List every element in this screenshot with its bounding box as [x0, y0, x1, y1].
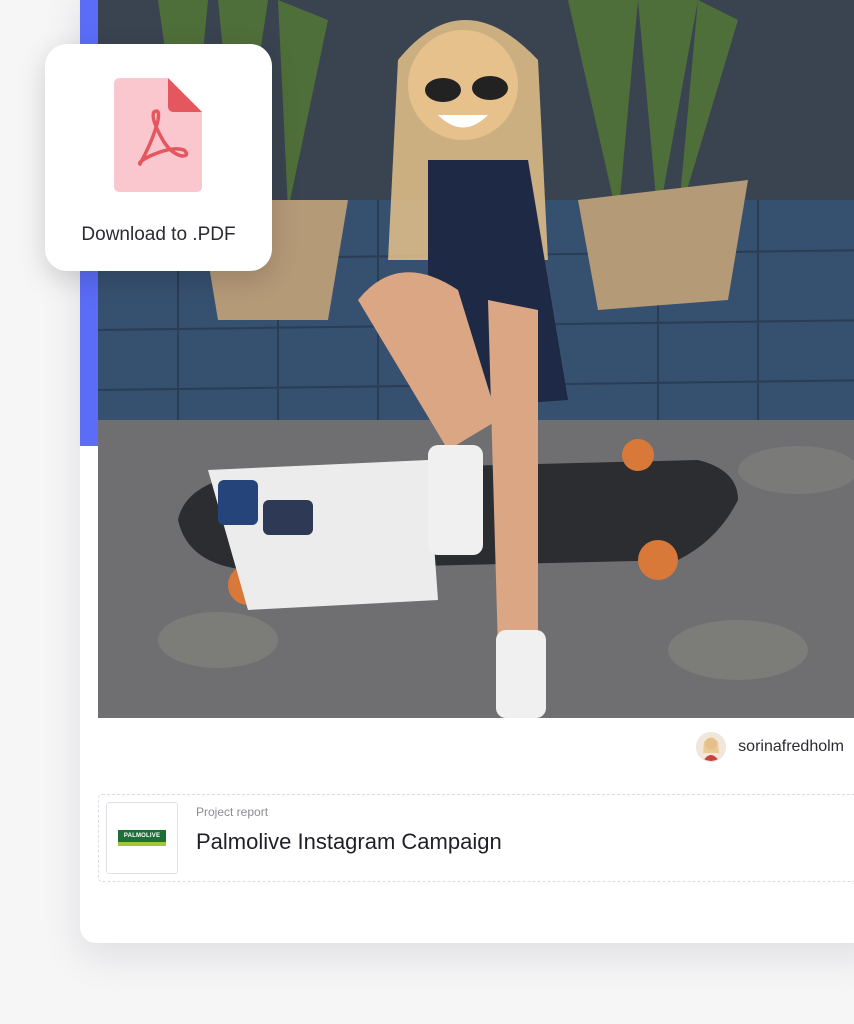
palmolive-logo: PALMOLIVE — [118, 830, 166, 846]
download-pdf-card[interactable]: Download to .PDF — [45, 44, 272, 271]
report-title: Palmolive Instagram Campaign — [196, 829, 502, 854]
report-kicker: Project report — [196, 805, 269, 819]
author-avatar — [696, 732, 727, 762]
post-author[interactable]: sorinafredholm — [696, 732, 844, 762]
author-handle[interactable]: sorinafredholm — [738, 738, 844, 756]
project-report-row[interactable]: PALMOLIVE Project report Palmolive Insta… — [98, 794, 854, 882]
brand-logo: PALMOLIVE — [106, 802, 178, 874]
pdf-file-icon — [114, 78, 202, 197]
download-label: Download to .PDF — [81, 224, 236, 245]
